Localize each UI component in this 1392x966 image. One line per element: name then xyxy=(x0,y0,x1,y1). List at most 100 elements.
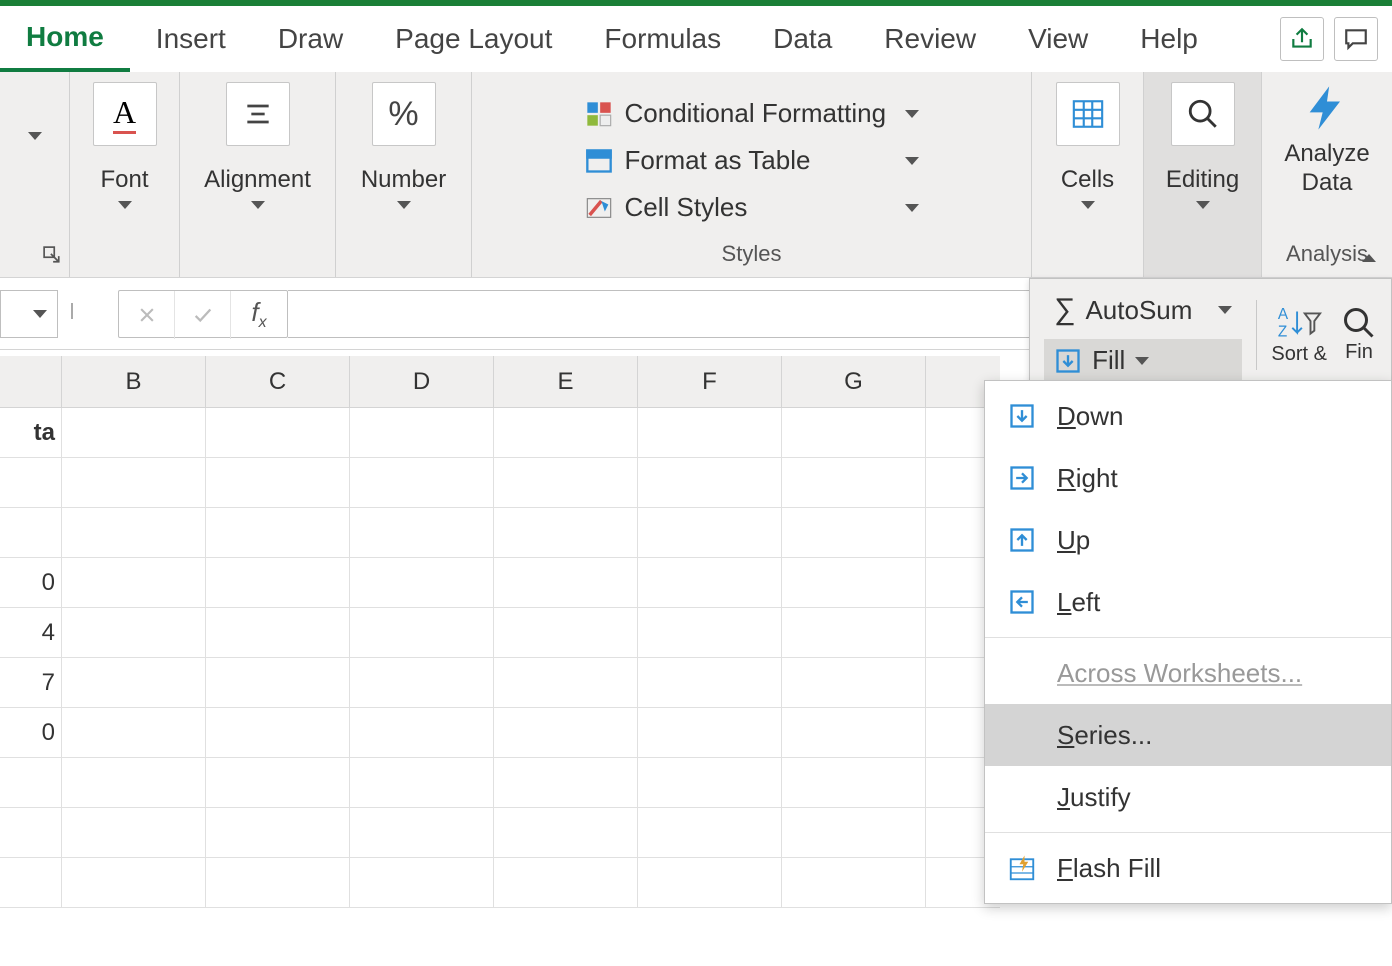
cell[interactable] xyxy=(350,708,494,757)
fill-up-item[interactable]: Up xyxy=(985,509,1391,571)
tab-view[interactable]: View xyxy=(1002,6,1114,72)
tab-home[interactable]: Home xyxy=(0,6,130,72)
cell[interactable]: 7 xyxy=(0,658,62,707)
cell[interactable] xyxy=(62,758,206,807)
column-header-b[interactable]: B xyxy=(62,356,206,407)
cell[interactable] xyxy=(0,508,62,557)
cells-button[interactable]: Cells xyxy=(1044,82,1132,209)
cell[interactable] xyxy=(350,558,494,607)
cell[interactable] xyxy=(638,758,782,807)
autosum-button[interactable]: ∑ AutoSum xyxy=(1044,287,1242,333)
tab-formulas[interactable]: Formulas xyxy=(578,6,747,72)
tab-help[interactable]: Help xyxy=(1114,6,1224,72)
cell[interactable] xyxy=(350,608,494,657)
cell[interactable]: 0 xyxy=(0,708,62,757)
cell[interactable] xyxy=(62,658,206,707)
cell[interactable] xyxy=(62,858,206,907)
cell[interactable] xyxy=(62,608,206,657)
cell[interactable] xyxy=(206,858,350,907)
cell[interactable] xyxy=(62,408,206,457)
cell[interactable] xyxy=(638,558,782,607)
cell[interactable] xyxy=(494,508,638,557)
cell[interactable] xyxy=(782,458,926,507)
cell[interactable] xyxy=(206,658,350,707)
cell[interactable] xyxy=(62,458,206,507)
cell[interactable] xyxy=(206,808,350,857)
cell[interactable] xyxy=(782,808,926,857)
cell[interactable] xyxy=(0,808,62,857)
find-select-button[interactable]: Fin xyxy=(1341,305,1377,364)
cell[interactable] xyxy=(638,458,782,507)
analyze-data-button[interactable]: Analyze Data xyxy=(1272,82,1381,198)
tab-data[interactable]: Data xyxy=(747,6,858,72)
cell[interactable] xyxy=(62,558,206,607)
cell[interactable] xyxy=(350,508,494,557)
cell[interactable] xyxy=(494,858,638,907)
alignment-button[interactable]: Alignment xyxy=(192,82,323,209)
fill-right-item[interactable]: Right xyxy=(985,447,1391,509)
cell[interactable] xyxy=(782,508,926,557)
cell[interactable] xyxy=(350,458,494,507)
cell[interactable] xyxy=(782,608,926,657)
cell[interactable] xyxy=(638,708,782,757)
cell[interactable] xyxy=(782,658,926,707)
fill-series-item[interactable]: Series... xyxy=(985,704,1391,766)
cell[interactable] xyxy=(0,458,62,507)
cell[interactable] xyxy=(494,608,638,657)
font-button[interactable]: A Font xyxy=(81,82,169,209)
fill-down-item[interactable]: Down xyxy=(985,385,1391,447)
cell[interactable] xyxy=(350,808,494,857)
tab-review[interactable]: Review xyxy=(858,6,1002,72)
share-button[interactable] xyxy=(1280,17,1324,61)
cell[interactable] xyxy=(350,858,494,907)
number-button[interactable]: % Number xyxy=(349,82,458,209)
cell[interactable] xyxy=(782,408,926,457)
tab-draw[interactable]: Draw xyxy=(252,6,369,72)
sort-filter-button[interactable]: AZ Sort & xyxy=(1271,303,1327,366)
collapse-ribbon-button[interactable] xyxy=(1362,249,1376,267)
cell[interactable] xyxy=(0,758,62,807)
cell[interactable]: 4 xyxy=(0,608,62,657)
cell-styles-button[interactable]: Cell Styles xyxy=(585,188,919,227)
cell[interactable] xyxy=(638,858,782,907)
editing-button[interactable]: Editing xyxy=(1154,82,1251,209)
fill-button[interactable]: Fill xyxy=(1044,339,1242,382)
cell[interactable] xyxy=(62,508,206,557)
cell[interactable] xyxy=(350,658,494,707)
column-header-f[interactable]: F xyxy=(638,356,782,407)
cell[interactable] xyxy=(350,408,494,457)
dialog-launcher-icon[interactable] xyxy=(43,246,61,269)
column-header-partial[interactable] xyxy=(0,356,62,407)
cell[interactable] xyxy=(494,658,638,707)
insert-function-button[interactable]: fx xyxy=(231,291,287,339)
spreadsheet-grid[interactable]: B C D E F G ta 0 4 7 0 xyxy=(0,356,1000,956)
cell[interactable] xyxy=(494,558,638,607)
cell[interactable] xyxy=(494,808,638,857)
cell[interactable] xyxy=(494,408,638,457)
cell[interactable] xyxy=(206,758,350,807)
enter-button[interactable] xyxy=(175,291,231,339)
cell[interactable] xyxy=(782,858,926,907)
cell[interactable] xyxy=(206,708,350,757)
cell[interactable] xyxy=(206,508,350,557)
cell[interactable] xyxy=(782,708,926,757)
cell[interactable]: ta xyxy=(0,408,62,457)
cell[interactable] xyxy=(206,608,350,657)
cell[interactable] xyxy=(350,758,494,807)
cell[interactable] xyxy=(62,808,206,857)
cell[interactable] xyxy=(0,858,62,907)
cell[interactable] xyxy=(494,708,638,757)
cell[interactable] xyxy=(494,758,638,807)
cell[interactable] xyxy=(638,808,782,857)
fill-left-item[interactable]: Left xyxy=(985,571,1391,633)
column-header-e[interactable]: E xyxy=(494,356,638,407)
tab-insert[interactable]: Insert xyxy=(130,6,252,72)
name-box[interactable] xyxy=(0,290,58,338)
cell[interactable] xyxy=(206,558,350,607)
chevron-down-icon[interactable] xyxy=(28,132,42,140)
column-header-c[interactable]: C xyxy=(206,356,350,407)
cell[interactable] xyxy=(782,758,926,807)
cell[interactable] xyxy=(782,558,926,607)
cell[interactable] xyxy=(494,458,638,507)
column-header-g[interactable]: G xyxy=(782,356,926,407)
